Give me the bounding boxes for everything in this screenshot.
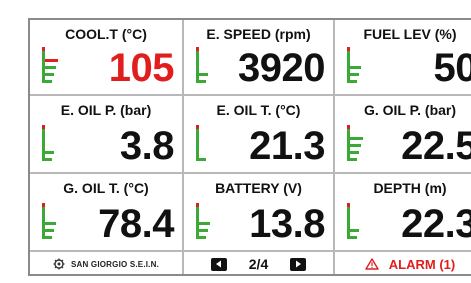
- gauge-panel: COOL.T (°C) 105 E. SPEED (rpm) 3920 FUEL LEV…: [28, 18, 471, 276]
- level-bar-icon: [196, 125, 214, 161]
- level-bar-icon: [42, 203, 60, 239]
- level-segment: [350, 236, 357, 239]
- level-segment: [199, 158, 206, 161]
- level-segment: [350, 158, 357, 161]
- gauge-title: E. OIL T. (°C): [216, 102, 301, 118]
- level-segment: [45, 158, 52, 161]
- level-segment: [45, 151, 54, 154]
- triangle-left-icon: [215, 260, 221, 268]
- page-navigator: 2/4: [184, 252, 333, 274]
- level-segment: [199, 73, 208, 76]
- next-page-button[interactable]: [290, 257, 307, 271]
- level-segment: [350, 137, 363, 140]
- brand-name: SAN GIORGIO S.E.I.N.: [70, 259, 159, 269]
- level-peak-marker: [42, 125, 45, 129]
- level-segment: [45, 59, 58, 62]
- gauge-value: 105: [108, 46, 175, 90]
- gauge-battery-voltage: BATTERY (V) 13.8: [184, 174, 333, 250]
- level-peak-marker: [196, 47, 199, 51]
- gauge-value: 21.3: [249, 124, 325, 168]
- level-stem: [42, 125, 45, 161]
- gauge-gear-oil-temp: G. OIL T. (°C) 78.4: [30, 174, 182, 250]
- level-bar-icon: [196, 47, 214, 83]
- level-segment: [45, 80, 52, 83]
- level-bar-icon: [347, 203, 365, 239]
- level-stem: [347, 203, 350, 239]
- level-segment: [45, 222, 56, 225]
- prev-page-button[interactable]: [210, 257, 227, 271]
- gauge-engine-oil-pressure: E. OIL P. (bar) 3.8: [30, 96, 182, 172]
- gauge-value: 22.3: [401, 202, 471, 246]
- level-stem: [347, 125, 350, 161]
- level-stem: [42, 203, 45, 239]
- level-stem: [196, 203, 199, 239]
- alarm-label: ALARM (1): [388, 256, 456, 272]
- level-stem: [196, 47, 199, 83]
- level-bar-icon: [42, 47, 60, 83]
- level-segment: [350, 229, 359, 232]
- gauge-gear-oil-pressure: G. OIL P. (bar) 22.5: [335, 96, 471, 172]
- gauge-title: FUEL LEV (%): [363, 26, 457, 42]
- level-segment: [199, 222, 210, 225]
- gauge-value: 50: [433, 46, 471, 90]
- triangle-right-icon: [296, 260, 302, 268]
- level-segment: [199, 229, 208, 232]
- gauge-coolant-temp: COOL.T (°C) 105: [30, 20, 182, 94]
- level-peak-marker: [42, 47, 45, 51]
- level-segment: [350, 151, 359, 154]
- level-peak-marker: [347, 125, 350, 129]
- gauge-title: E. SPEED (rpm): [206, 26, 311, 42]
- gauge-title: BATTERY (V): [215, 180, 302, 196]
- level-segment: [45, 66, 56, 69]
- gauge-title: E. OIL P. (bar): [60, 102, 152, 118]
- page-indicator: 2/4: [248, 256, 269, 272]
- alarm-button[interactable]: ALARM (1): [335, 252, 471, 274]
- level-bar-icon: [347, 47, 365, 83]
- level-stem: [42, 47, 45, 83]
- gauge-title: G. OIL T. (°C): [63, 180, 149, 196]
- level-stem: [347, 47, 350, 83]
- level-peak-marker: [347, 203, 350, 207]
- level-segment: [350, 80, 357, 83]
- gauge-value: 13.8: [249, 202, 325, 246]
- level-bar-icon: [347, 125, 365, 161]
- level-segment: [199, 80, 206, 83]
- level-segment: [350, 73, 359, 76]
- level-bar-icon: [196, 203, 214, 239]
- gauge-depth: DEPTH (m) 22.3: [335, 174, 471, 250]
- brand-area: SAN GIORGIO S.E.I.N.: [30, 252, 182, 274]
- gauge-grid: COOL.T (°C) 105 E. SPEED (rpm) 3920 FUEL LEV…: [30, 20, 471, 252]
- level-segment: [45, 236, 52, 239]
- level-peak-marker: [196, 125, 199, 129]
- level-segment: [45, 229, 54, 232]
- gauge-fuel-level: FUEL LEV (%) 50: [335, 20, 471, 94]
- level-peak-marker: [347, 47, 350, 51]
- gauge-engine-oil-temp: E. OIL T. (°C) 21.3: [184, 96, 333, 172]
- gauge-engine-speed: E. SPEED (rpm) 3920: [184, 20, 333, 94]
- gauge-value: 3.8: [119, 124, 175, 168]
- gauge-value: 78.4: [98, 202, 174, 246]
- level-segment: [45, 73, 54, 76]
- status-footer: SAN GIORGIO S.E.I.N. 2/4 ALARM (1): [30, 252, 471, 274]
- gauge-value: 3920: [238, 46, 325, 90]
- level-segment: [350, 144, 361, 147]
- warning-triangle-icon: [365, 258, 379, 270]
- level-peak-marker: [42, 203, 45, 207]
- gauge-title: DEPTH (m): [373, 180, 447, 196]
- level-segment: [199, 236, 206, 239]
- level-peak-marker: [196, 203, 199, 207]
- level-segment: [350, 66, 361, 69]
- level-bar-icon: [42, 125, 60, 161]
- gear-logo-icon: [53, 258, 65, 270]
- gauge-title: G. OIL P. (bar): [363, 102, 457, 118]
- level-stem: [196, 125, 199, 161]
- gauge-title: COOL.T (°C): [65, 26, 147, 42]
- gauge-value: 22.5: [401, 124, 471, 168]
